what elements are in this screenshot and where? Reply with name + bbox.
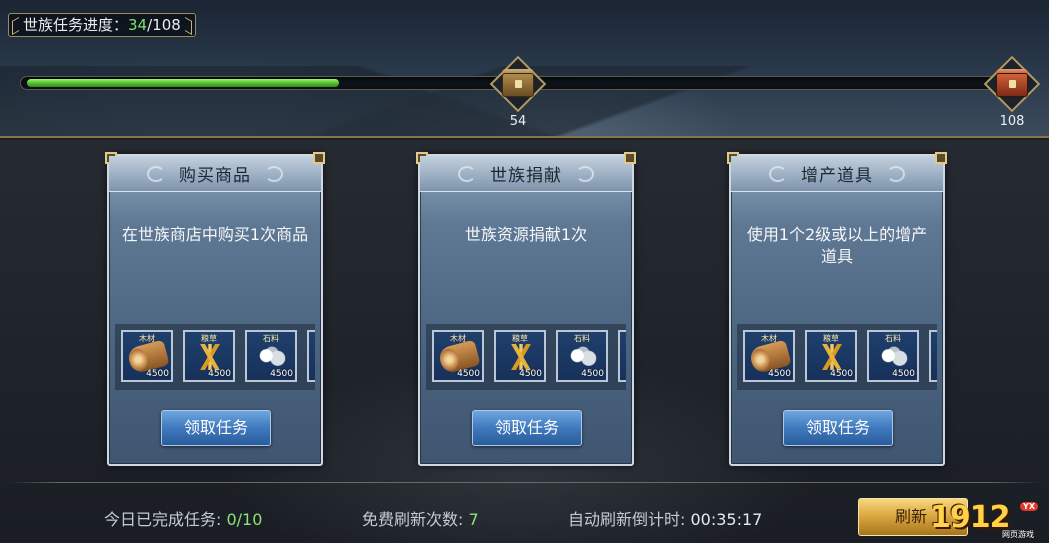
task-card-header: 购买商品 (109, 156, 321, 192)
footer-divider (8, 482, 1041, 483)
reward-amount: 4500 (581, 369, 604, 379)
reward-name: 木材 (139, 334, 155, 343)
reward-item-stone[interactable]: 石料 4500 (245, 330, 297, 382)
accept-task-button[interactable]: 领取任务 (161, 410, 271, 446)
free-refresh-stat: 免费刷新次数: 7 (362, 506, 479, 530)
reward-item-grain[interactable]: 粮草 4500 (805, 330, 857, 382)
reward-list[interactable]: 木材 4500 粮草 4500 石料 4500 (737, 324, 937, 390)
reward-name: 木材 (450, 334, 466, 343)
task-card-description: 使用1个2级或以上的增产道具 (746, 225, 928, 266)
task-card-title: 世族捐献 (490, 166, 562, 186)
swirl-ornament-icon (458, 166, 476, 182)
reward-item-grain[interactable]: 粮草 4500 (183, 330, 235, 382)
free-refresh-label: 免费刷新次数: (362, 510, 469, 529)
reward-item-overflow[interactable] (307, 330, 315, 382)
task-card-title: 增产道具 (801, 166, 873, 186)
reward-item-stone[interactable]: 石料 4500 (867, 330, 919, 382)
swirl-ornament-icon (147, 166, 165, 182)
completed-tasks-value: 0/10 (226, 510, 263, 529)
reward-item-stone[interactable]: 石料 4500 (556, 330, 608, 382)
reward-list[interactable]: 木材 4500 粮草 4500 石料 4500 (426, 324, 626, 390)
swirl-ornament-icon (576, 166, 594, 182)
milestone-108-label: 108 (999, 114, 1025, 129)
stone-icon (875, 344, 913, 370)
swirl-ornament-icon (265, 166, 283, 182)
reward-name: 木材 (761, 334, 777, 343)
task-card-header: 世族捐献 (420, 156, 632, 192)
reward-list[interactable]: 木材 4500 粮草 4500 石料 4500 (115, 324, 315, 390)
reward-name: 石料 (263, 334, 279, 343)
accept-task-button[interactable]: 领取任务 (783, 410, 893, 446)
auto-refresh-countdown: 自动刷新倒计时: 00:35:17 (568, 506, 762, 530)
reward-amount: 4500 (270, 369, 293, 379)
reward-name: 粮草 (201, 334, 217, 343)
reward-item-overflow[interactable] (618, 330, 626, 382)
reward-name: 石料 (574, 334, 590, 343)
swirl-ornament-icon (769, 166, 787, 182)
completed-tasks-label: 今日已完成任务: (104, 510, 227, 529)
task-card-clan-donation: 世族捐献 世族资源捐献1次 木材 4500 粮草 4500 石料 4500 领取… (416, 152, 636, 466)
reward-item-wood[interactable]: 木材 4500 (121, 330, 173, 382)
progress-total-value: 108 (152, 16, 181, 34)
task-card-description: 世族资源捐献1次 (464, 225, 588, 244)
task-card-production-boost: 增产道具 使用1个2级或以上的增产道具 木材 4500 粮草 4500 石料 4… (727, 152, 947, 466)
reward-amount: 4500 (208, 369, 231, 379)
watermark-subtext: 网页游戏 (1002, 530, 1034, 539)
reward-name: 石料 (885, 334, 901, 343)
reward-amount: 4500 (457, 369, 480, 379)
progress-fill (27, 79, 339, 87)
reward-item-overflow[interactable] (929, 330, 937, 382)
stone-icon (253, 344, 291, 370)
milestone-54-chest[interactable] (489, 55, 547, 113)
reward-item-grain[interactable]: 粮草 4500 (494, 330, 546, 382)
milestone-54-label: 54 (509, 114, 527, 129)
watermark-text: 1912 (930, 500, 1010, 535)
lock-icon (1009, 80, 1016, 88)
task-card-header: 增产道具 (731, 156, 943, 192)
progress-current-value: 34 (128, 16, 148, 34)
progress-label-text: 世族任务进度： (23, 16, 129, 34)
reward-amount: 4500 (146, 369, 169, 379)
watermark-badge: YX (1020, 502, 1038, 511)
reward-name: 粮草 (823, 334, 839, 343)
milestone-108-chest[interactable] (983, 55, 1041, 113)
swirl-ornament-icon (887, 166, 905, 182)
auto-refresh-timer: 00:35:17 (690, 510, 763, 529)
clan-task-progress-label: 世族任务进度： 34 / 108 (8, 13, 196, 37)
auto-refresh-label: 自动刷新倒计时: (568, 510, 691, 529)
completed-tasks-stat: 今日已完成任务: 0/10 (104, 506, 262, 530)
lock-icon (515, 80, 522, 88)
reward-name: 粮草 (512, 334, 528, 343)
task-card-buy-goods: 购买商品 在世族商店中购买1次商品 木材 4500 粮草 4500 石料 450… (105, 152, 325, 466)
reward-item-wood[interactable]: 木材 4500 (743, 330, 795, 382)
reward-amount: 4500 (892, 369, 915, 379)
reward-amount: 4500 (768, 369, 791, 379)
reward-amount: 4500 (519, 369, 542, 379)
task-card-title: 购买商品 (179, 166, 251, 186)
reward-amount: 4500 (830, 369, 853, 379)
free-refresh-value: 7 (468, 510, 479, 529)
site-watermark-logo: 1912 YX 网页游戏 (930, 500, 1042, 540)
reward-item-wood[interactable]: 木材 4500 (432, 330, 484, 382)
task-card-description: 在世族商店中购买1次商品 (121, 225, 309, 244)
stone-icon (564, 344, 602, 370)
accept-task-button[interactable]: 领取任务 (472, 410, 582, 446)
grain-icon (191, 344, 229, 370)
progress-banner: 世族任务进度： 34 / 108 54 108 (0, 0, 1049, 138)
grain-icon (502, 344, 540, 370)
grain-icon (813, 344, 851, 370)
